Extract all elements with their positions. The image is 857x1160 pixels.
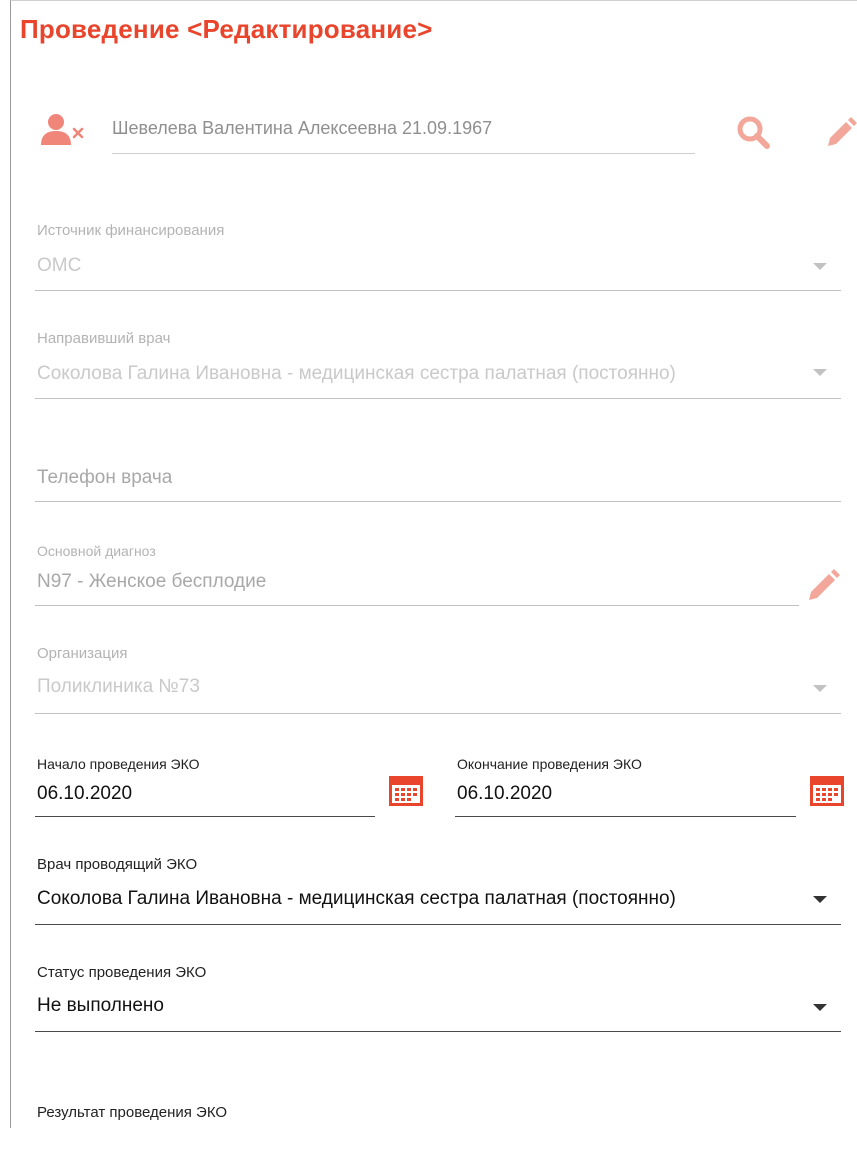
end-date-value: 06.10.2020 <box>457 783 553 804</box>
organization-label: Организация <box>37 645 128 662</box>
funding-source-label: Источник финансирования <box>37 222 225 239</box>
calendar-icon[interactable] <box>809 775 845 807</box>
search-icon[interactable] <box>734 113 774 153</box>
referring-doctor-select[interactable]: Направивший врач Соколова Галина Ивановн… <box>35 329 841 399</box>
eco-status-select[interactable]: Статус проведения ЭКО Не выполнено <box>35 962 841 1032</box>
end-date-label: Окончание проведения ЭКО <box>457 756 642 772</box>
organization-value: Поликлиника №73 <box>37 676 200 697</box>
diagnosis-field[interactable]: Основной диагноз N97 - Женское бесплодие <box>35 541 799 606</box>
pencil-icon[interactable] <box>818 113 857 153</box>
start-date-input[interactable]: Начало проведения ЭКО 06.10.2020 <box>35 755 375 817</box>
chevron-down-icon[interactable] <box>813 685 827 692</box>
patient-name-field[interactable]: Шевелева Валентина Алексеевна 21.09.1967 <box>112 118 695 154</box>
pencil-icon[interactable] <box>803 564 843 604</box>
user-remove-icon[interactable] <box>40 113 86 147</box>
funding-source-select[interactable]: Источник финансирования ОМС <box>35 220 841 291</box>
funding-source-value: ОМС <box>37 255 82 276</box>
eco-result-label: Результат проведения ЭКО <box>37 1104 228 1121</box>
page-title: Проведение <Редактирование> <box>20 14 433 44</box>
calendar-icon[interactable] <box>388 775 424 807</box>
diagnosis-label: Основной диагноз <box>37 543 156 559</box>
referring-doctor-label: Направивший врач <box>37 330 171 347</box>
chevron-down-icon[interactable] <box>813 1004 827 1011</box>
diagnosis-value: N97 - Женское бесплодие <box>37 571 267 592</box>
doctor-phone-placeholder: Телефон врача <box>37 467 173 488</box>
eco-doctor-select[interactable]: Врач проводящий ЭКО Соколова Галина Иван… <box>35 853 841 925</box>
organization-select[interactable]: Организация Поликлиника №73 <box>35 645 841 714</box>
eco-status-label: Статус проведения ЭКО <box>37 964 207 981</box>
start-date-label: Начало проведения ЭКО <box>37 756 200 772</box>
chevron-down-icon[interactable] <box>813 896 827 903</box>
doctor-phone-input[interactable]: Телефон врача <box>35 462 841 502</box>
eco-result-select[interactable]: Результат проведения ЭКО <box>35 1100 841 1160</box>
start-date-value: 06.10.2020 <box>37 783 133 804</box>
eco-status-value: Не выполнено <box>37 995 164 1016</box>
eco-doctor-value: Соколова Галина Ивановна - медицинская с… <box>37 888 676 909</box>
chevron-down-icon[interactable] <box>813 263 827 270</box>
chevron-down-icon[interactable] <box>813 369 827 376</box>
end-date-input[interactable]: Окончание проведения ЭКО 06.10.2020 <box>455 755 796 817</box>
eco-doctor-label: Врач проводящий ЭКО <box>37 856 198 873</box>
referring-doctor-value: Соколова Галина Ивановна - медицинская с… <box>37 363 676 384</box>
